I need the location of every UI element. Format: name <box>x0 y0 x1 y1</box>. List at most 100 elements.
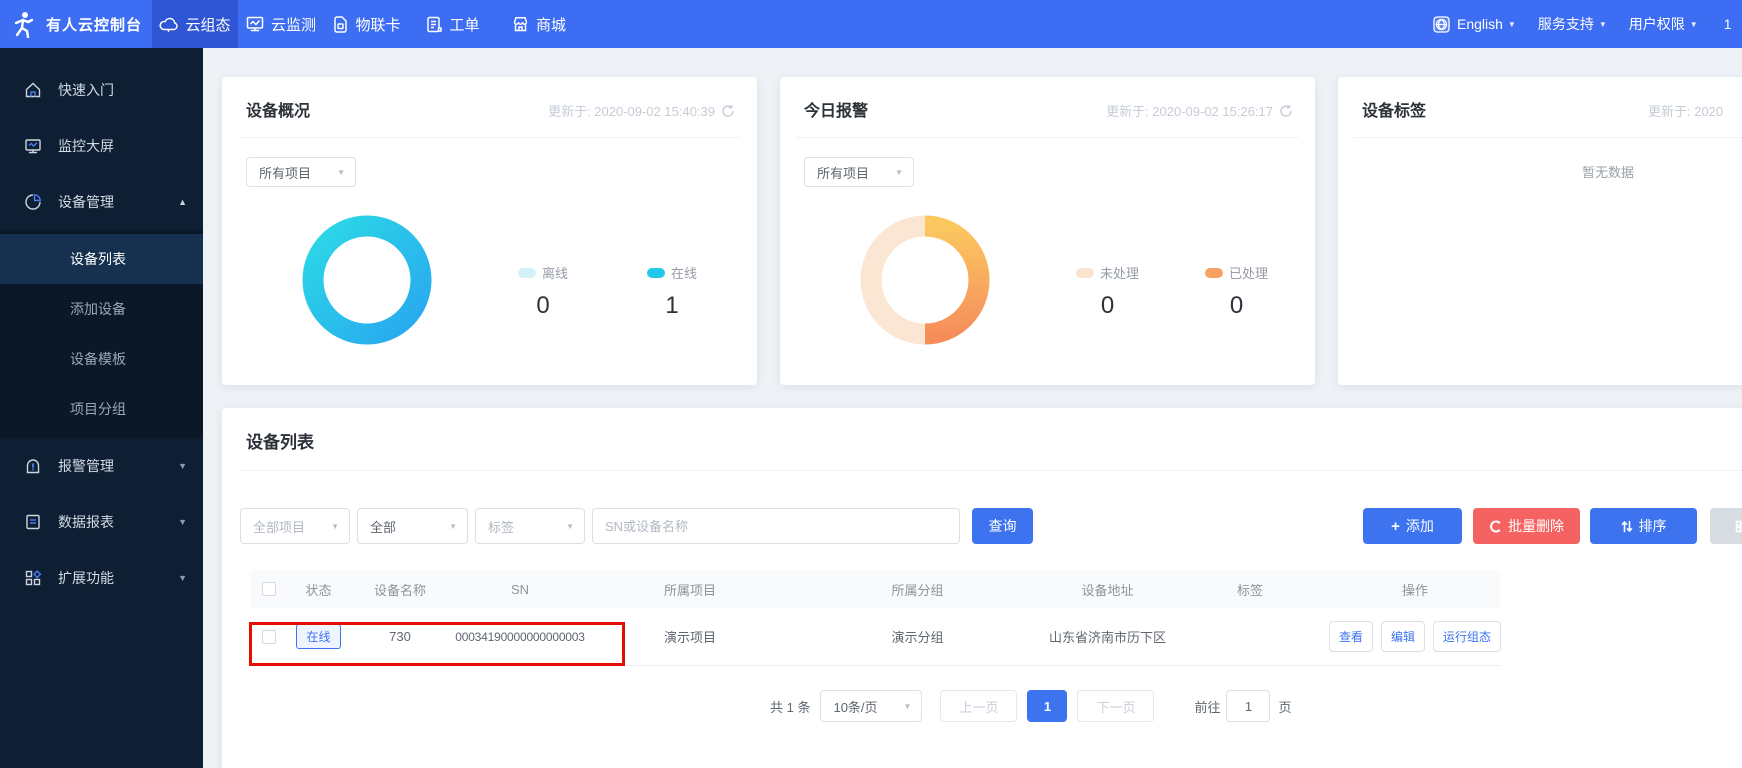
sidebar-item-data-report[interactable]: 数据报表 ▼ <box>0 494 203 550</box>
user-account[interactable]: 1 <box>1724 16 1732 32</box>
col-header-status: 状态 <box>287 580 350 599</box>
page-size-select[interactable]: 10条/页 ▼ <box>820 690 922 722</box>
sort-button[interactable]: 排序 <box>1590 508 1697 544</box>
sidebar-submenu: 设备列表 添加设备 设备模板 项目分组 <box>0 230 203 438</box>
run-scada-button[interactable]: 运行组态 <box>1433 621 1501 652</box>
top-navbar: 有人云控制台 云组态 云监测 <box>0 0 1742 48</box>
add-button[interactable]: + 添加 <box>1363 508 1462 544</box>
sidebar-item-quick-start[interactable]: 快速入门 <box>0 62 203 118</box>
tab-cloud-scada[interactable]: 云组态 <box>152 0 238 48</box>
card-device-list: 设备列表 全部项目 ▼ 全部 ▼ 标签 ▼ 查询 + 添加 <box>222 408 1742 768</box>
globe-icon <box>1433 16 1450 33</box>
sidebar-item-label: 监控大屏 <box>58 136 187 156</box>
chevron-down-icon: ▼ <box>1690 20 1698 29</box>
legend-label: 在线 <box>671 263 697 282</box>
cell-group: 演示分组 <box>790 627 1045 646</box>
tab-mall[interactable]: 商城 <box>496 0 582 48</box>
support-menu[interactable]: 服务支持 <box>1538 14 1594 34</box>
col-header-sn: SN <box>450 582 590 597</box>
button-label: 批量删除 <box>1508 516 1564 536</box>
select-all-checkbox[interactable] <box>262 582 276 596</box>
legend-value: 0 <box>1230 292 1243 320</box>
chevron-down-icon: ▼ <box>178 461 187 471</box>
card-device-tags: 设备标签 更新于: 2020 暂无数据 <box>1338 77 1742 385</box>
refresh-icon[interactable] <box>1279 104 1293 118</box>
alarm-donut-chart <box>855 210 995 355</box>
navbar-right: English ▼ 服务支持 ▼ 用户权限 ▼ 1 <box>1433 0 1731 48</box>
sidebar-subitem-label: 添加设备 <box>70 299 126 319</box>
batch-delete-icon <box>1489 520 1502 533</box>
chevron-down-icon: ▼ <box>178 573 187 583</box>
edit-button[interactable]: 编辑 <box>1381 621 1425 652</box>
chevron-down-icon: ▼ <box>1599 20 1607 29</box>
button-label: 查询 <box>989 516 1017 536</box>
select-value: 全部 <box>370 517 396 536</box>
project-filter-select[interactable]: 所有项目 ▼ <box>804 157 914 187</box>
legend-unhandled: 未处理 0 <box>1076 263 1139 320</box>
alarm-bell-icon <box>24 457 42 475</box>
filter-status-select[interactable]: 全部 ▼ <box>357 508 468 544</box>
col-header-device-name: 设备名称 <box>350 580 450 599</box>
language-selector[interactable]: English <box>1457 16 1503 32</box>
filter-project-select[interactable]: 全部项目 ▼ <box>240 508 350 544</box>
sidebar-item-alarm-management[interactable]: 报警管理 ▼ <box>0 438 203 494</box>
sidebar-item-add-device[interactable]: 添加设备 <box>0 284 203 334</box>
goto-page-input[interactable] <box>1226 690 1270 722</box>
tab-cloud-monitor[interactable]: 云监测 <box>238 0 324 48</box>
card-today-alarms: 今日报警 更新于: 2020-09-02 15:26:17 所有项目 ▼ <box>780 77 1315 385</box>
store-icon <box>512 16 529 32</box>
tab-label: 工单 <box>449 14 479 35</box>
next-page-button[interactable]: 下一页 <box>1077 690 1154 722</box>
sidebar-item-device-template[interactable]: 设备模板 <box>0 334 203 384</box>
tab-label: 云监测 <box>271 14 316 35</box>
empty-state-text: 暂无数据 <box>1338 162 1742 181</box>
select-value: 所有项目 <box>259 163 311 182</box>
permissions-menu[interactable]: 用户权限 <box>1629 14 1685 34</box>
select-value: 所有项目 <box>817 163 869 182</box>
page-number: 1 <box>1044 699 1051 714</box>
export-grid-icon <box>1735 520 1742 533</box>
view-button[interactable]: 查看 <box>1329 621 1373 652</box>
select-value: 全部项目 <box>253 517 305 536</box>
sim-card-icon <box>333 16 348 33</box>
legend-value: 0 <box>536 292 549 320</box>
col-header-project: 所属项目 <box>590 580 790 599</box>
card-title: 设备标签 <box>1362 97 1426 121</box>
status-badge: 在线 <box>296 624 340 649</box>
sidebar-item-extensions[interactable]: 扩展功能 ▼ <box>0 550 203 606</box>
col-header-group: 所属分组 <box>790 580 1045 599</box>
row-checkbox[interactable] <box>262 630 276 644</box>
sidebar-subitem-label: 设备模板 <box>70 349 126 369</box>
prev-page-button[interactable]: 上一页 <box>940 690 1017 722</box>
app-title: 有人云控制台 <box>46 14 142 35</box>
refresh-icon[interactable] <box>721 104 735 118</box>
updated-timestamp: 更新于: 2020-09-02 15:40:39 <box>548 101 715 120</box>
search-button[interactable]: 查询 <box>972 508 1033 544</box>
legend-offline: 离线 0 <box>518 263 568 320</box>
project-filter-select[interactable]: 所有项目 ▼ <box>246 157 356 187</box>
legend-swatch <box>1076 268 1094 278</box>
search-input[interactable] <box>592 508 960 544</box>
table-row: 在线 730 00034190000000000003 演示项目 演示分组 山东… <box>251 608 1500 666</box>
goto-suffix: 页 <box>1278 697 1291 716</box>
apps-grid-icon <box>24 569 42 587</box>
legend-value: 0 <box>1101 292 1114 320</box>
sidebar-item-device-management[interactable]: 设备管理 ▲ <box>0 174 203 230</box>
tab-iot-sim[interactable]: 物联卡 <box>324 0 410 48</box>
tab-label: 物联卡 <box>355 14 400 35</box>
batch-delete-button[interactable]: 批量删除 <box>1473 508 1580 544</box>
sidebar-subitem-label: 项目分组 <box>70 399 126 419</box>
legend-swatch <box>518 268 536 278</box>
export-button[interactable]: 导出 <box>1710 508 1742 544</box>
sidebar-item-project-group[interactable]: 项目分组 <box>0 384 203 434</box>
tab-work-order[interactable]: 工单 <box>410 0 496 48</box>
cell-address: 山东省济南市历下区 <box>1045 627 1170 646</box>
sidebar-item-device-list[interactable]: 设备列表 <box>0 234 203 284</box>
chevron-down-icon: ▼ <box>904 702 912 711</box>
total-count: 共 1 条 <box>770 697 810 716</box>
sidebar-item-monitor-screen[interactable]: 监控大屏 <box>0 118 203 174</box>
current-page-button[interactable]: 1 <box>1027 690 1067 722</box>
sidebar-item-label: 快速入门 <box>58 80 187 100</box>
select-value: 10条/页 <box>833 697 877 716</box>
filter-tag-select[interactable]: 标签 ▼ <box>475 508 585 544</box>
